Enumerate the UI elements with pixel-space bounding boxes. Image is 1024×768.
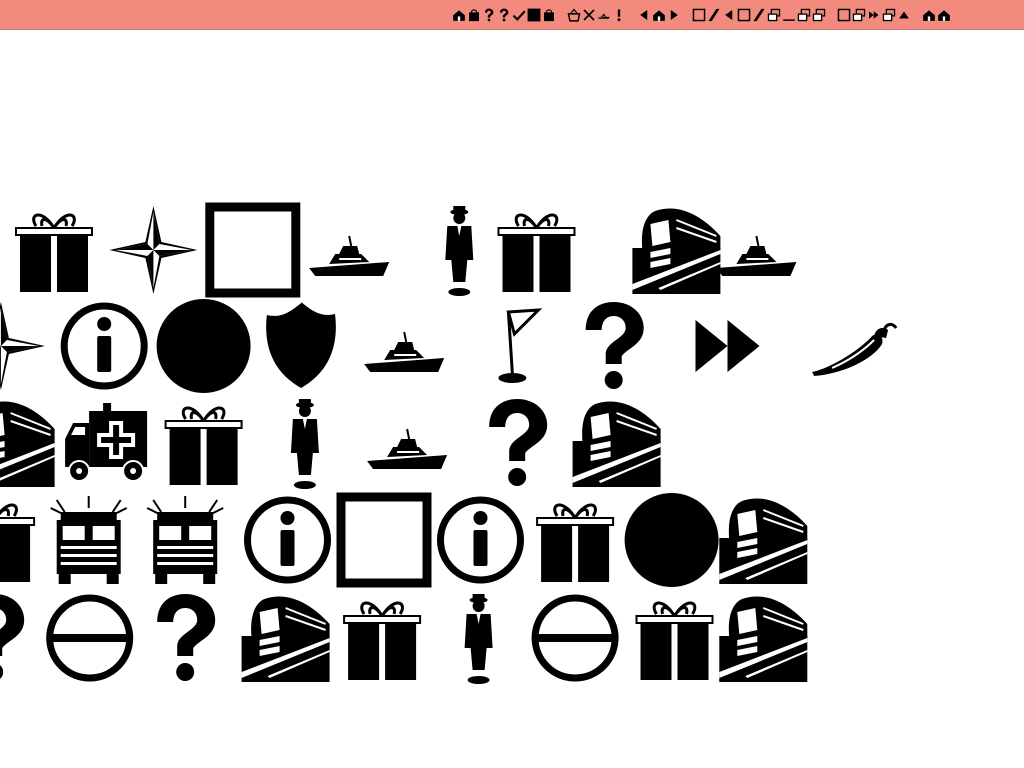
- fire-truck-icon: [50, 496, 128, 584]
- train-icon: [572, 401, 661, 487]
- question-icon: [157, 594, 216, 681]
- gift-icon: [0, 503, 36, 582]
- man-icon: [464, 594, 493, 684]
- question-icon: [585, 302, 644, 389]
- ambulance-icon: [65, 403, 148, 482]
- fast-forward-icon: [695, 320, 760, 372]
- gift-icon: [15, 213, 93, 292]
- square-frame-icon: [205, 202, 301, 298]
- boat-icon: [716, 235, 797, 276]
- golf-flag-icon: [498, 308, 543, 383]
- question-icon: [489, 399, 548, 486]
- gift-icon: [635, 601, 714, 680]
- gift-icon: [164, 406, 243, 485]
- pepper-icon: [812, 322, 898, 376]
- train-icon: [0, 401, 55, 487]
- symbol-canvas: [0, 202, 898, 684]
- question-icon: [0, 594, 25, 679]
- man-icon: [290, 399, 319, 489]
- train-icon: [719, 498, 808, 584]
- compass-star-icon: [109, 206, 198, 294]
- boat-icon: [309, 235, 390, 276]
- square-frame-icon: [336, 492, 432, 588]
- gift-icon: [497, 213, 576, 292]
- shield-icon: [266, 301, 336, 388]
- boat-icon: [364, 331, 445, 372]
- no-entry-icon: [46, 594, 134, 682]
- compass-star-icon: [0, 302, 45, 390]
- no-entry-icon: [531, 594, 619, 682]
- train-icon: [241, 596, 330, 682]
- circle-icon: [156, 299, 251, 393]
- gift-icon: [536, 503, 615, 582]
- train-icon: [719, 596, 808, 682]
- info-icon: [437, 496, 524, 584]
- info-icon: [244, 496, 331, 584]
- gift-icon: [343, 601, 422, 680]
- fire-truck-icon: [146, 496, 224, 584]
- man-icon: [445, 206, 474, 296]
- train-icon: [632, 208, 721, 294]
- info-icon: [60, 302, 148, 390]
- boat-icon: [367, 428, 448, 469]
- circle-icon: [624, 493, 719, 587]
